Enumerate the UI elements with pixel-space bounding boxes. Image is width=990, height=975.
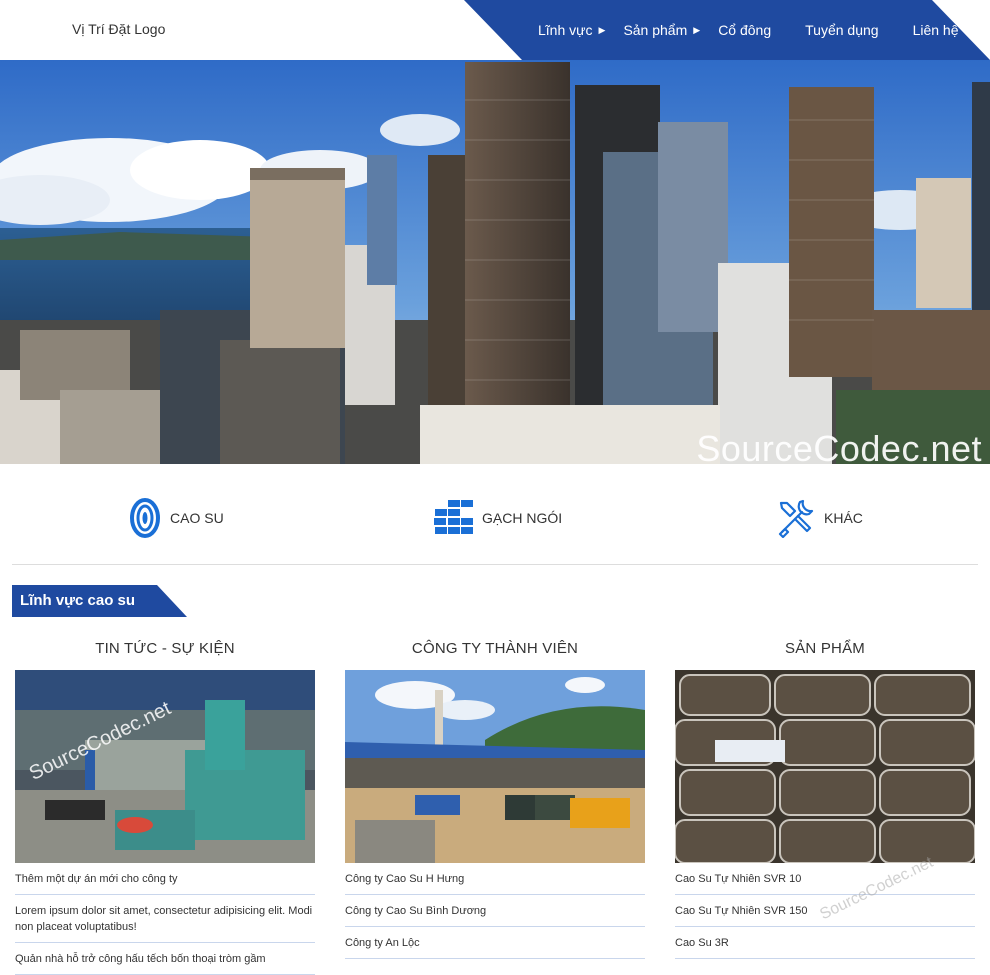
column-member-companies: CÔNG TY THÀNH VIÊN Công ty Cao Su H Hưng…: [345, 640, 645, 959]
column-news: TIN TỨC - SỰ KIỆN SourceCodec.net Thêm m…: [15, 640, 315, 975]
tire-icon: [128, 498, 162, 538]
category-label: GẠCH NGÓI: [482, 510, 563, 526]
nav-item-label: Tuyển dụng: [805, 22, 879, 38]
caret-right-icon: ▶: [598, 24, 606, 35]
hero-banner: SourceCodec.net: [0, 60, 990, 464]
nav-item-co-dong[interactable]: Cổ đông: [718, 22, 771, 38]
logo-placeholder[interactable]: Vị Trí Đặt Logo: [72, 21, 165, 37]
product-thumbnail[interactable]: [675, 670, 975, 863]
category-gach-ngoi[interactable]: GẠCH NGÓI: [434, 498, 562, 538]
column-title: TIN TỨC - SỰ KIỆN: [95, 640, 235, 657]
column-products: SẢN PHẨM Cao Su Tự Nhiên SVR 10 Cao Su T…: [675, 640, 975, 959]
list-item[interactable]: Lorem ipsum dolor sit amet, consectetur …: [15, 895, 315, 943]
category-khac[interactable]: KHÁC: [776, 498, 863, 538]
list-item[interactable]: Công ty Cao Su H Hưng: [345, 863, 645, 895]
hero-watermark: SourceCodec.net: [696, 428, 982, 464]
list-item[interactable]: Thêm một dự án mới cho công ty: [15, 863, 315, 895]
plant-image: [345, 670, 645, 863]
news-list: Thêm một dự án mới cho công ty Lorem ips…: [15, 863, 315, 975]
nav-item-label: Lĩnh vực: [538, 22, 593, 38]
rubber-bales-image: [675, 670, 975, 863]
section-title: Lĩnh vực cao su: [20, 592, 136, 609]
list-item[interactable]: Công ty Cao Su Bình Dương: [345, 895, 645, 927]
nav-item-tuyen-dung[interactable]: Tuyển dụng: [805, 22, 878, 38]
column-title: CÔNG TY THÀNH VIÊN: [411, 640, 579, 657]
hero-cityscape-image: [0, 60, 990, 464]
category-label: KHÁC: [824, 510, 863, 526]
nav-item-san-pham[interactable]: Sản phẩm ▶: [623, 22, 700, 38]
nav-item-linh-vuc[interactable]: Lĩnh vực ▶: [538, 22, 605, 38]
category-label: CAO SU: [170, 510, 224, 526]
list-item[interactable]: Công ty An Lộc: [345, 927, 645, 959]
tools-icon: [776, 498, 816, 538]
bricks-icon: [434, 498, 474, 538]
section-title-banner: Lĩnh vực cao su: [12, 585, 187, 617]
column-title: SẢN PHẨM: [785, 640, 865, 657]
nav-item-label: Cổ đông: [718, 22, 772, 38]
nav-item-label: Sản phẩm: [623, 22, 688, 38]
list-item[interactable]: Cao Su 3R: [675, 927, 975, 959]
news-thumbnail[interactable]: SourceCodec.net: [15, 670, 315, 863]
category-cao-su[interactable]: CAO SU: [128, 498, 224, 538]
site-header: Vị Trí Đặt Logo Lĩnh vực ▶ Sản phẩm ▶ Cổ…: [12, 0, 990, 60]
nav-item-lien-he[interactable]: Liên hệ: [913, 22, 959, 38]
caret-right-icon: ▶: [693, 24, 701, 35]
category-bar: CAO SU GẠCH NGÓI KHÁC: [12, 464, 978, 565]
list-item[interactable]: Quản nhà hỗ trở công hấu tếch bốn thoại …: [15, 943, 315, 975]
company-list: Công ty Cao Su H Hưng Công ty Cao Su Bìn…: [345, 863, 645, 959]
company-thumbnail[interactable]: [345, 670, 645, 863]
nav-item-label: Liên hệ: [912, 22, 959, 38]
main-nav: Lĩnh vực ▶ Sản phẩm ▶ Cổ đông Tuyển dụng…: [538, 0, 990, 60]
